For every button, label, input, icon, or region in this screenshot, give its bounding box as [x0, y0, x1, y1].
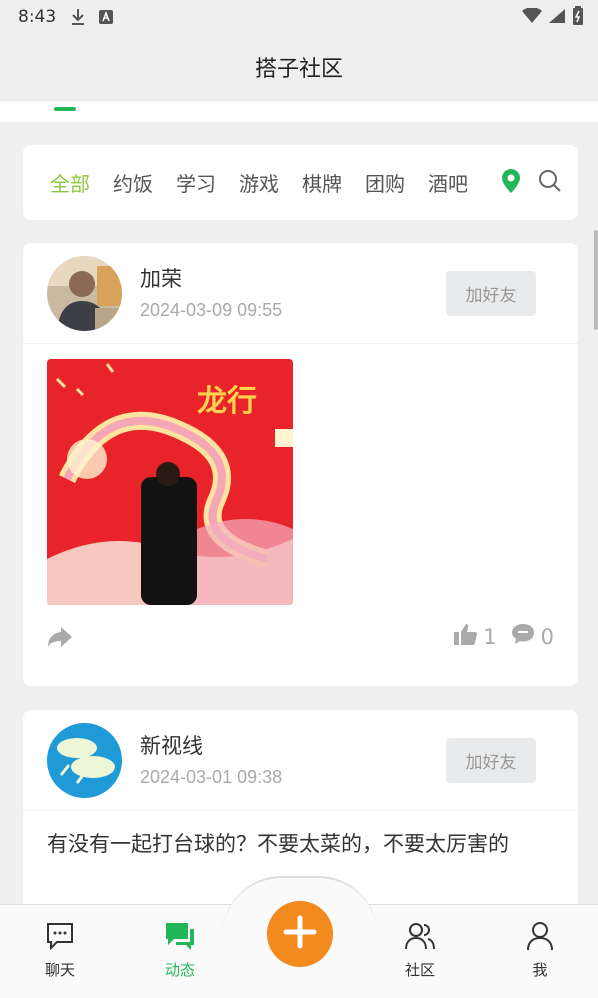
nav-me-label: 我	[532, 961, 548, 979]
category-board-games[interactable]: 棋牌	[302, 168, 342, 197]
page-title: 搭子社区	[0, 34, 598, 100]
feed-icon	[164, 923, 196, 955]
nav-community-label: 社区	[404, 961, 435, 979]
category-study[interactable]: 学习	[176, 168, 216, 197]
category-games[interactable]: 游戏	[239, 168, 279, 197]
nav-feed-label: 动态	[164, 961, 195, 979]
status-bar: 8:43	[0, 0, 598, 34]
share-icon[interactable]	[47, 625, 73, 653]
location-pin-icon[interactable]	[502, 169, 520, 197]
category-dining[interactable]: 约饭	[113, 168, 153, 197]
nav-feed[interactable]: 动态	[150, 921, 210, 980]
post-card: 加荣 2024-03-09 09:55 加好友 龙行 1 0	[23, 243, 578, 686]
post-header: 新视线 2024-03-01 09:38 加好友	[23, 710, 578, 811]
app-notification-icon	[98, 9, 114, 25]
image-caption: 龙行	[197, 384, 257, 419]
category-group-buy[interactable]: 团购	[365, 168, 405, 197]
community-icon	[404, 923, 436, 955]
nav-chat[interactable]: 聊天	[30, 921, 90, 980]
post-stats: 1 0	[453, 623, 554, 650]
post-text: 有没有一起打台球的？不要太菜的，不要太厉害的	[47, 832, 509, 856]
nav-me[interactable]: 我	[510, 921, 570, 980]
create-post-button[interactable]	[267, 901, 333, 967]
profile-icon	[525, 922, 555, 955]
post-author[interactable]: 加荣	[140, 263, 182, 293]
like-count: 1	[483, 624, 497, 649]
scrollbar[interactable]	[594, 230, 598, 330]
post-image[interactable]: 龙行	[47, 359, 293, 605]
battery-icon	[572, 6, 584, 31]
post-time: 2024-03-01 09:38	[140, 767, 283, 787]
avatar[interactable]	[47, 723, 122, 798]
nav-chat-label: 聊天	[44, 961, 75, 979]
category-bar: 全部 约饭 学习 游戏 棋牌 团购 酒吧	[23, 145, 578, 220]
add-friend-button[interactable]: 加好友	[446, 271, 536, 316]
wifi-icon	[522, 7, 542, 29]
search-icon[interactable]	[538, 169, 562, 197]
category-bar[interactable]: 酒吧	[428, 168, 468, 197]
comment-count: 0	[540, 624, 554, 649]
status-time: 8:43	[18, 7, 57, 27]
add-friend-button[interactable]: 加好友	[446, 738, 536, 783]
avatar[interactable]	[47, 256, 122, 331]
download-icon	[70, 8, 86, 26]
tab-indicator	[54, 107, 76, 111]
post-header: 加荣 2024-03-09 09:55 加好友	[23, 243, 578, 344]
chat-icon	[45, 923, 75, 955]
plus-icon	[282, 914, 318, 954]
post-author[interactable]: 新视线	[140, 730, 203, 760]
category-all[interactable]: 全部	[50, 168, 90, 197]
like-icon[interactable]	[453, 623, 478, 650]
post-footer: 1 0	[23, 623, 578, 663]
tab-strip	[0, 100, 598, 122]
comment-icon[interactable]	[511, 623, 535, 650]
signal-icon	[548, 8, 566, 29]
nav-community[interactable]: 社区	[390, 921, 450, 980]
post-time: 2024-03-09 09:55	[140, 300, 283, 320]
